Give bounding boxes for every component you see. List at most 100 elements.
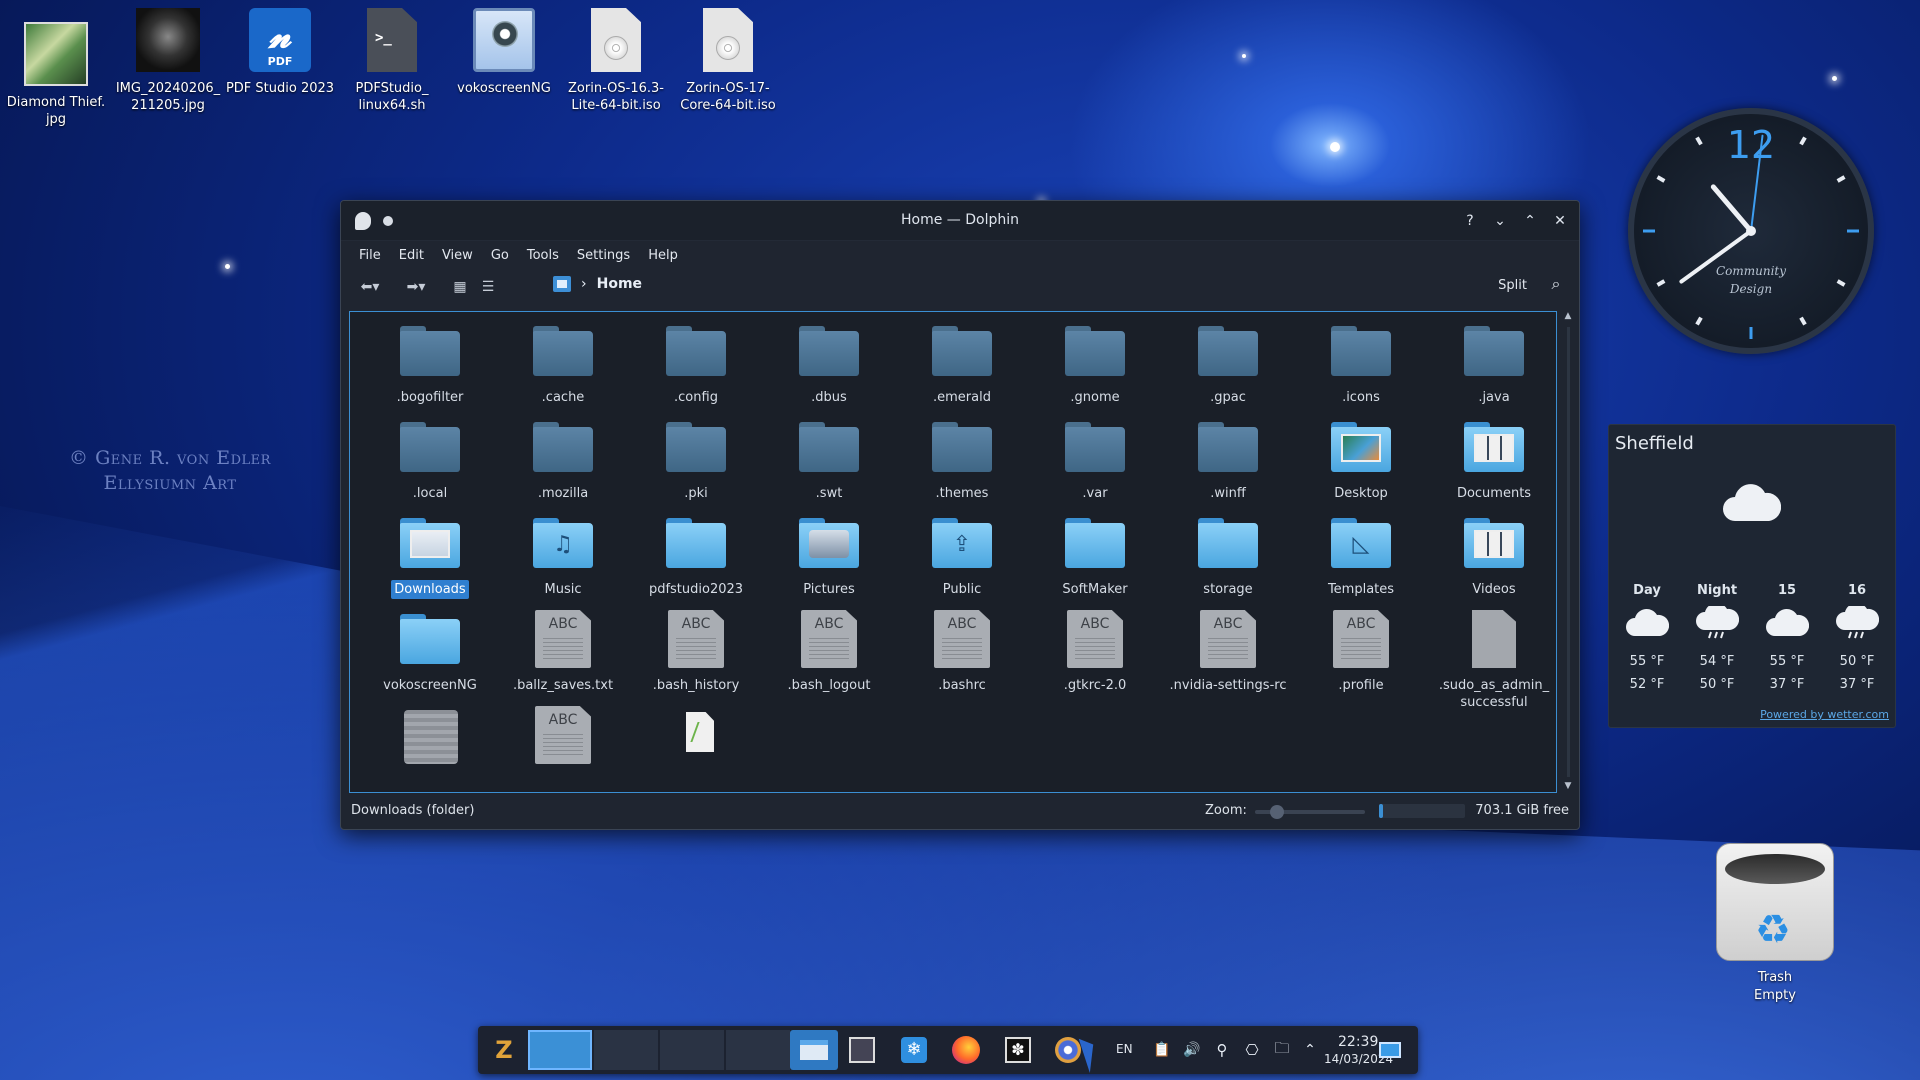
- file-item[interactable]: ♫ Music: [497, 512, 629, 599]
- file-item[interactable]: .gpac: [1162, 320, 1294, 407]
- maximize-button[interactable]: ⌃: [1519, 210, 1541, 232]
- menu-file[interactable]: File: [351, 244, 389, 267]
- desktop-icon-pdf-studio[interactable]: 𝓷 PDF PDF Studio 2023: [224, 8, 336, 97]
- scroll-down-icon[interactable]: ▼: [1561, 781, 1575, 793]
- file-item[interactable]: ABC .bash_history: [630, 608, 762, 695]
- file-item[interactable]: ◺ Templates: [1295, 512, 1427, 599]
- zorin-menu-icon[interactable]: Z: [484, 1030, 524, 1070]
- forecast-day: Day 55 °F 52 °F: [1617, 583, 1677, 696]
- file-item[interactable]: .bogofilter: [364, 320, 496, 407]
- scroll-up-icon[interactable]: ▲: [1561, 311, 1575, 323]
- file-item[interactable]: Videos: [1428, 512, 1556, 599]
- desktop-trash[interactable]: ♻ Trash Empty: [1712, 843, 1838, 1005]
- file-item[interactable]: .config: [630, 320, 762, 407]
- scrollbar-track[interactable]: [1567, 327, 1570, 777]
- virtual-desktop-4[interactable]: [726, 1030, 790, 1070]
- file-item-label: .local: [412, 486, 448, 501]
- firefox-icon[interactable]: [946, 1030, 986, 1070]
- file-item[interactable]: ABC .gtkrc-2.0: [1029, 608, 1161, 695]
- search-icon[interactable]: ⌕: [1545, 274, 1567, 296]
- screenshot-icon[interactable]: [842, 1030, 882, 1070]
- file-item[interactable]: .gnome: [1029, 320, 1161, 407]
- file-item[interactable]: .local: [364, 416, 496, 503]
- details-view-button[interactable]: ☰: [477, 276, 499, 298]
- grid-icon: ▦: [453, 279, 467, 295]
- file-view[interactable]: .bogofilter .cache .config .dbus .emerald .gn…: [349, 311, 1557, 793]
- file-item[interactable]: .winff: [1162, 416, 1294, 503]
- desktop-icon-pdfstudio-sh[interactable]: >_ PDFStudio_ linux64.sh: [336, 8, 448, 114]
- file-item[interactable]: .icons: [1295, 320, 1427, 407]
- weather-powered-link[interactable]: Powered by wetter.com: [1760, 708, 1889, 721]
- desktop-icon-zorin-16[interactable]: Zorin-OS-16.3- Lite-64-bit.iso: [560, 8, 672, 114]
- menu-settings[interactable]: Settings: [569, 244, 638, 267]
- vertical-scrollbar[interactable]: ▲ ▼: [1561, 311, 1575, 793]
- menu-go[interactable]: Go: [483, 244, 517, 267]
- file-item[interactable]: SoftMaker: [1029, 512, 1161, 599]
- file-item[interactable]: [630, 704, 762, 785]
- keyboard-layout-indicator[interactable]: EN: [1116, 1042, 1133, 1056]
- folder-icon: [398, 416, 462, 478]
- file-item[interactable]: ABC .bashrc: [896, 608, 1028, 695]
- file-item-label: vokoscreenNG: [383, 678, 477, 693]
- help-button[interactable]: ?: [1459, 210, 1481, 232]
- file-item[interactable]: Downloads: [364, 512, 496, 599]
- file-item[interactable]: [364, 704, 496, 785]
- file-item[interactable]: pdfstudio2023: [630, 512, 762, 599]
- desktop-icon-vokoscreen[interactable]: vokoscreenNG: [448, 8, 560, 97]
- file-item[interactable]: storage: [1162, 512, 1294, 599]
- zoom-slider-handle[interactable]: [1270, 805, 1284, 819]
- file-item-label: .bogofilter: [396, 390, 464, 405]
- file-item[interactable]: .emerald: [896, 320, 1028, 407]
- file-manager-icon[interactable]: [790, 1030, 838, 1070]
- analog-clock-widget[interactable]: 12 Community Design: [1628, 108, 1874, 354]
- zoom-slider[interactable]: [1255, 805, 1365, 819]
- back-button[interactable]: ⬅▾: [353, 276, 387, 298]
- icons-view-button[interactable]: ▦: [449, 276, 471, 298]
- file-item[interactable]: ABC .nvidia-settings-rc: [1162, 608, 1294, 695]
- file-item[interactable]: Desktop: [1295, 416, 1427, 503]
- file-item[interactable]: .themes: [896, 416, 1028, 503]
- weather-widget[interactable]: Sheffield Day 55 °F 52 °F Night 54 °F 50 °…: [1608, 424, 1896, 728]
- menu-view[interactable]: View: [434, 244, 481, 267]
- menu-help[interactable]: Help: [640, 244, 686, 267]
- file-item[interactable]: Pictures: [763, 512, 895, 599]
- kdenlive-icon[interactable]: ✽: [998, 1030, 1038, 1070]
- split-button[interactable]: Split: [1498, 278, 1527, 293]
- window-titlebar[interactable]: Home — Dolphin ? ⌄ ⌃ ✕: [341, 201, 1579, 241]
- folder-icon: [664, 320, 728, 382]
- file-item[interactable]: vokoscreenNG: [364, 608, 496, 695]
- virtual-desktop-1[interactable]: [528, 1030, 592, 1070]
- file-item[interactable]: ABC .ballz_saves.txt: [497, 608, 629, 695]
- file-item[interactable]: .pki: [630, 416, 762, 503]
- file-item[interactable]: ⇪ Public: [896, 512, 1028, 599]
- home-folder-icon[interactable]: [553, 276, 571, 292]
- desktop-icon-img[interactable]: IMG_20240206_ 211205.jpg: [112, 8, 224, 114]
- desktop-icon-label: PDF Studio 2023: [225, 81, 335, 96]
- virtual-desktop-3[interactable]: [660, 1030, 724, 1070]
- text-file-icon-label: ABC: [681, 616, 711, 632]
- file-item[interactable]: .mozilla: [497, 416, 629, 503]
- file-item[interactable]: .swt: [763, 416, 895, 503]
- file-item[interactable]: ABC .bash_logout: [763, 608, 895, 695]
- file-item[interactable]: .sudo_as_admin_ successful: [1428, 608, 1556, 712]
- kde-store-icon[interactable]: ❄: [894, 1030, 934, 1070]
- file-item[interactable]: ABC: [497, 704, 629, 785]
- file-item[interactable]: .java: [1428, 320, 1556, 407]
- menu-tools[interactable]: Tools: [519, 244, 567, 267]
- file-item[interactable]: ABC .profile: [1295, 608, 1427, 695]
- close-button[interactable]: ✕: [1549, 210, 1571, 232]
- file-item[interactable]: .var: [1029, 416, 1161, 503]
- desktop-icon-zorin-17[interactable]: Zorin-OS-17- Core-64-bit.iso: [672, 8, 784, 114]
- show-desktop-icon[interactable]: [1370, 1030, 1410, 1070]
- virtual-desktop-2[interactable]: [594, 1030, 658, 1070]
- file-item[interactable]: Documents: [1428, 416, 1556, 503]
- menu-edit[interactable]: Edit: [391, 244, 432, 267]
- forward-button[interactable]: ➡▾: [399, 276, 433, 298]
- file-item[interactable]: .cache: [497, 320, 629, 407]
- desktop-icon-diamond-thief[interactable]: Diamond Thief. jpg: [0, 8, 112, 128]
- clock-numeral: 12: [1727, 123, 1775, 167]
- file-item[interactable]: .dbus: [763, 320, 895, 407]
- minimize-button[interactable]: ⌄: [1489, 210, 1511, 232]
- breadcrumb-home[interactable]: Home: [597, 276, 642, 292]
- breadcrumb: › Home: [553, 276, 642, 292]
